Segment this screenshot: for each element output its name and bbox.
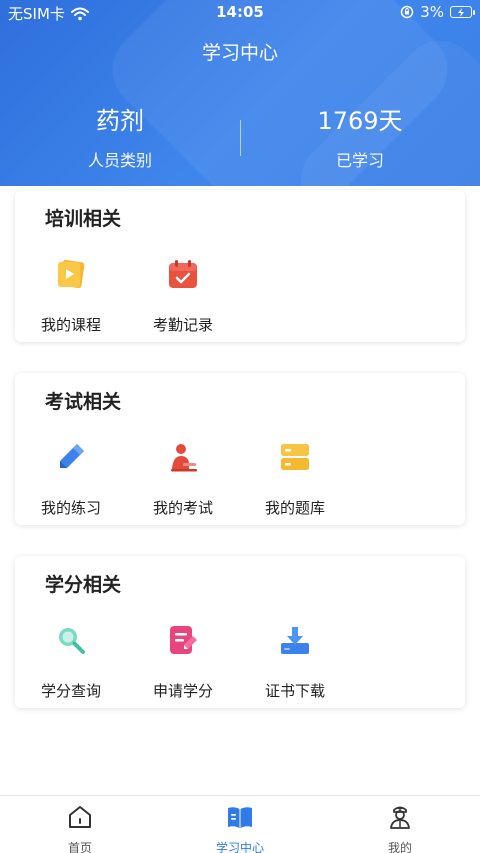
credit-query-button[interactable]: 学分查询	[15, 624, 127, 701]
attendance-record-button[interactable]: 考勤记录	[127, 258, 239, 335]
stat-label: 人员类别	[87, 151, 152, 170]
stat-label: 已学习	[335, 151, 384, 170]
section-card-exam: 考试相关 我的练习 我的考试 我的题库	[15, 373, 465, 525]
status-right-group: 3%	[400, 3, 475, 21]
home-icon	[69, 806, 91, 828]
grid-item-label: 我的考试	[152, 499, 213, 517]
my-courses-button[interactable]: 我的课程	[15, 258, 127, 335]
my-question-bank-button[interactable]: 我的题库	[239, 441, 351, 518]
tab-learning-center[interactable]: 学习中心	[160, 804, 320, 853]
pencil-icon	[60, 444, 84, 468]
charging-bolt-icon	[458, 7, 464, 17]
grid-item-label: 考勤记录	[152, 316, 213, 334]
grid-item-label: 我的课程	[40, 316, 101, 334]
search-icon	[59, 628, 85, 654]
tab-mine[interactable]: 我的	[320, 804, 480, 853]
grid-item-label: 证书下载	[264, 682, 325, 700]
exam-person-icon	[171, 444, 197, 472]
question-bank-icon	[281, 444, 309, 470]
battery-icon	[450, 6, 475, 18]
bottom-tab-bar: 首页 学习中心 我的	[0, 795, 480, 853]
apply-credits-button[interactable]: 申请学分	[127, 624, 239, 701]
page-title: 学习中心	[201, 42, 278, 64]
tab-label: 我的	[387, 841, 412, 853]
calendar-check-icon	[169, 260, 197, 288]
apply-form-icon	[170, 626, 197, 654]
grid-item-label: 我的练习	[40, 499, 101, 517]
stat-value: 药剂	[96, 107, 144, 135]
section-title: 学分相关	[45, 574, 122, 596]
stat-value: 1769天	[317, 107, 403, 135]
section-card-credits: 学分相关 学分查询 申请学分 证书下载	[15, 556, 465, 708]
download-icon	[281, 627, 309, 654]
section-title: 培训相关	[45, 208, 122, 230]
header-banner: 无SIM卡 14:05 3% 学习中心 药剂 人员类别 1769天 已学习	[0, 0, 480, 186]
book-icon	[228, 807, 252, 828]
grid-item-label: 学分查询	[40, 682, 101, 700]
tab-label: 学习中心	[215, 841, 264, 853]
grid-item-label: 我的题库	[264, 499, 325, 517]
status-bar: 无SIM卡 14:05 3%	[0, 0, 480, 26]
stat-staff-category: 药剂 人员类别	[0, 105, 240, 171]
doctor-profile-icon	[390, 806, 410, 829]
section-card-training: 培训相关 我的课程 考勤记录	[15, 190, 465, 342]
tab-home[interactable]: 首页	[0, 804, 160, 853]
my-exam-button[interactable]: 我的考试	[127, 441, 239, 518]
battery-percent: 3%	[420, 3, 444, 21]
play-video-icon	[58, 259, 85, 289]
certificate-download-button[interactable]: 证书下载	[239, 624, 351, 701]
section-title: 考试相关	[45, 391, 122, 413]
orientation-lock-icon	[400, 5, 414, 19]
stat-days-learned: 1769天 已学习	[240, 105, 480, 171]
grid-item-label: 申请学分	[152, 682, 213, 700]
tab-label: 首页	[67, 841, 92, 853]
my-practice-button[interactable]: 我的练习	[15, 441, 127, 518]
